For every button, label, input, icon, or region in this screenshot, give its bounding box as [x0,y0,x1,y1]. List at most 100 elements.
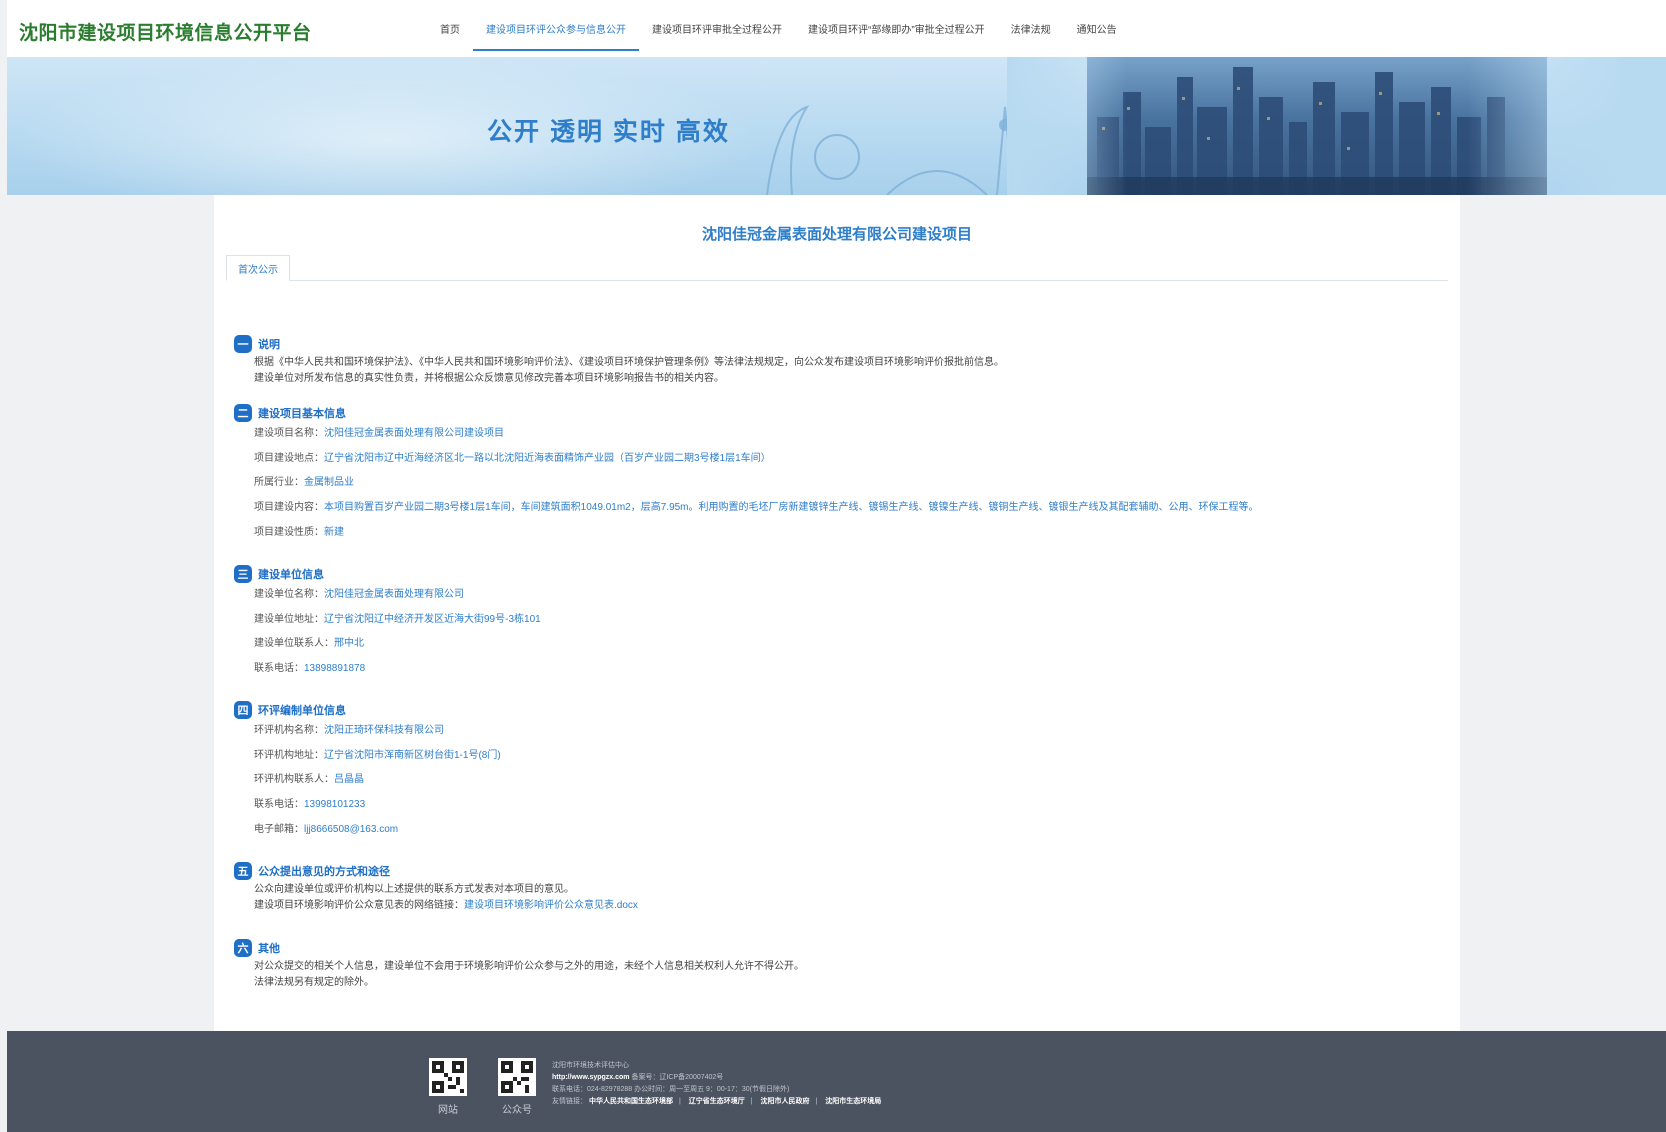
wechat-qr-caption: 公众号 [502,1105,532,1116]
field-label: 建设单位联系人： [254,638,334,650]
info-row-eia-contact: 环评机构联系人： 吕晶晶 [234,768,501,793]
info-row-builder-contact: 建设单位联系人： 邢中北 [234,632,541,657]
section-builder-info: 三 建设单位信息 建设单位名称： 沈阳佳冠金属表面处理有限公司 建设单位地址： 辽宁… [234,565,541,681]
info-row-location: 项目建设地点： 辽宁省沈阳市辽中近海经济区北一路以北沈阳近海表面精饰产业园（百岁产… [234,447,1259,472]
field-label: 建设项目名称： [254,428,324,440]
section-other: 六 其他 对公众提交的相关个人信息，建设单位不会用于环境影响评价公众参与之外的用… [234,939,804,991]
footer: 网站 公众号 沈阳市环境技术评估中心 http://www.sypgzx.com… [7,1031,1666,1132]
info-row-builder-address: 建设单位地址： 辽宁省沈阳辽中经济开发区近海大街99号-3栋101 [234,608,541,633]
paragraph: 对公众提交的相关个人信息，建设单位不会用于环境影响评价公众参与之外的用途，未经个… [254,961,804,972]
footer-link-liaoning-eco[interactable]: 辽宁省生态环境厅 [689,1098,745,1105]
website-qr-caption: 网站 [438,1105,458,1116]
info-row-eia-address: 环评机构地址： 辽宁省沈阳市浑南新区树台街1-1号(8门) [234,744,501,769]
info-row-eia-phone: 联系电话： 13998101233 [234,793,501,818]
main-nav: 首页 建设项目环评公众参与信息公开 建设项目环评审批全过程公开 建设项目环评“部… [427,0,1130,57]
field-value: 邢中北 [334,638,364,650]
page: 沈阳市建设项目环境信息公开平台 首页 建设项目环评公众参与信息公开 建设项目环评… [7,0,1666,1132]
nav-approval-process[interactable]: 建设项目环评审批全过程公开 [639,6,795,51]
section-title: 建设单位信息 [258,569,324,581]
field-label: 联系电话： [254,663,304,675]
tab-first-notice[interactable]: 首次公示 [226,255,290,281]
section-number-badge: 四 [234,701,252,719]
paragraph: 法律法规另有规定的除外。 [254,977,374,988]
field-value: 新建 [324,526,344,538]
section-feedback-channels: 五 公众提出意见的方式和途径 公众向建设单位或评价机构以上述提供的联系方式发表对… [234,862,638,914]
field-value: 辽宁省沈阳辽中经济开发区近海大街99号-3栋101 [324,613,541,625]
field-label: 环评机构联系人： [254,774,334,786]
nav-laws[interactable]: 法律法规 [998,6,1064,51]
field-label: 项目建设内容： [254,502,324,514]
content-card: 沈阳佳冠金属表面处理有限公司建设项目 首次公示 一 说明 根据《中华人民共和国环… [214,195,1460,1031]
field-value: 13998101233 [304,799,366,811]
field-value: 沈阳佳冠金属表面处理有限公司建设项目 [324,428,504,440]
section-number-badge: 三 [234,565,252,583]
field-label: 环评机构地址： [254,749,324,761]
hero-banner: 公开 透明 实时 高效 [7,57,1666,195]
section-number-badge: 六 [234,939,252,957]
footer-url[interactable]: http://www.sypgzx.com [552,1074,630,1081]
site-logo[interactable]: 沈阳市建设项目环境信息公开平台 [19,18,312,45]
field-value: 本项目购置百岁产业园二期3号楼1层1车间，车间建筑面积1049.01m2，层高7… [324,502,1259,514]
nav-notices[interactable]: 通知公告 [1064,6,1130,51]
info-row-builder-name: 建设单位名称： 沈阳佳冠金属表面处理有限公司 [234,583,541,608]
project-title: 沈阳佳冠金属表面处理有限公司建设项目 [701,226,972,243]
paragraph: 根据《中华人民共和国环境保护法》、《中华人民共和国环境影响评价法》、《建设项目环… [254,357,1004,368]
section-description: 一 说明 根据《中华人民共和国环境保护法》、《中华人民共和国环境影响评价法》、《… [234,335,1004,387]
section-number-badge: 五 [234,862,252,880]
section-number-badge: 一 [234,335,252,353]
field-value: 辽宁省沈阳市浑南新区树台街1-1号(8门) [324,749,501,761]
nav-instant-approval[interactable]: 建设项目环评“部缘即办”审批全过程公开 [795,6,998,51]
tab-bar: 首次公示 [226,255,1448,281]
field-value: 吕晶晶 [334,774,364,786]
info-row-industry: 所属行业： 金属制品业 [234,471,1259,496]
wechat-qr-icon [498,1058,536,1096]
info-row-eia-email: 电子邮箱： ljj8666508@163.com [234,817,501,842]
field-label: 建设单位名称： [254,589,324,601]
footer-contact: 联系电话：024-82978288 办公时间：周一至周五 9：00-17：30(… [552,1086,790,1093]
paragraph: 公众向建设单位或评价机构以上述提供的联系方式发表对本项目的意见。 [254,884,574,895]
nav-home[interactable]: 首页 [427,6,473,51]
footer-link-shenyang-gov[interactable]: 沈阳市人民政府 [761,1098,810,1105]
field-value: 金属制品业 [304,477,354,489]
info-row-content: 项目建设内容： 本项目购置百岁产业园二期3号楼1层1车间，车间建筑面积1049.0… [234,496,1259,521]
feedback-link-row: 建设项目环境影响评价公众意见表的网络链接：建设项目环境影响评价公众意见表.doc… [234,898,638,914]
section-number-badge: 二 [234,404,252,422]
footer-icp[interactable]: 备案号：辽ICP备20007402号 [631,1074,723,1081]
field-label: 所属行业： [254,477,304,489]
footer-info: 沈阳市环境技术评估中心 http://www.sypgzx.com 备案号：辽I… [552,1060,881,1108]
field-label: 联系电话： [254,799,304,811]
footer-link-shenyang-eco[interactable]: 沈阳市生态环境局 [825,1098,881,1105]
footer-links-label: 友情链接： [552,1098,587,1105]
feedback-form-link[interactable]: 建设项目环境影响评价公众意见表.docx [464,900,638,911]
field-label: 建设项目环境影响评价公众意见表的网络链接： [254,900,464,911]
section-project-info: 二 建设项目基本信息 建设项目名称： 沈阳佳冠金属表面处理有限公司建设项目 项目建… [234,404,1259,545]
footer-org: 沈阳市环境技术评估中心 [552,1062,629,1069]
info-row-eia-name: 环评机构名称： 沈阳正琦环保科技有限公司 [234,719,501,744]
info-row-builder-phone: 联系电话： 13898891878 [234,657,541,682]
section-title: 建设项目基本信息 [258,408,346,420]
field-label: 项目建设地点： [254,452,324,464]
section-title: 说明 [258,339,280,351]
section-title: 环评编制单位信息 [258,705,346,717]
footer-link-mee[interactable]: 中华人民共和国生态环境部 [589,1098,673,1105]
top-header: 沈阳市建设项目环境信息公开平台 首页 建设项目环评公众参与信息公开 建设项目环评… [7,0,1666,57]
field-value: 13898891878 [304,663,366,675]
field-label: 环评机构名称： [254,725,324,737]
info-row-nature: 项目建设性质： 新建 [234,520,1259,545]
field-value: 沈阳佳冠金属表面处理有限公司 [324,589,464,601]
field-value: 辽宁省沈阳市辽中近海经济区北一路以北沈阳近海表面精饰产业园（百岁产业园二期3号楼… [324,452,771,464]
paragraph: 建设单位对所发布信息的真实性负责，并将根据公众反馈意见修改完善本项目环境影响报告… [254,373,724,384]
website-qr-icon [429,1058,467,1096]
field-label: 项目建设性质： [254,526,324,538]
footer-links: 友情链接： 中华人民共和国生态环境部 | 辽宁省生态环境厅 | 沈阳市人民政府 | 沈… [552,1098,882,1105]
field-value[interactable]: ljj8666508@163.com [304,822,398,838]
field-label: 建设单位地址： [254,613,324,625]
section-title: 公众提出意见的方式和途径 [258,866,390,878]
field-value: 沈阳正琦环保科技有限公司 [324,725,444,737]
banner-slogan: 公开 透明 实时 高效 [487,118,730,146]
field-label: 电子邮箱： [254,823,304,835]
info-row-project-name: 建设项目名称： 沈阳佳冠金属表面处理有限公司建设项目 [234,422,1259,447]
nav-public-participation[interactable]: 建设项目环评公众参与信息公开 [473,6,639,51]
section-title: 其他 [258,943,280,955]
section-eia-org-info: 四 环评编制单位信息 环评机构名称： 沈阳正琦环保科技有限公司 环评机构地址： 辽宁… [234,701,501,842]
